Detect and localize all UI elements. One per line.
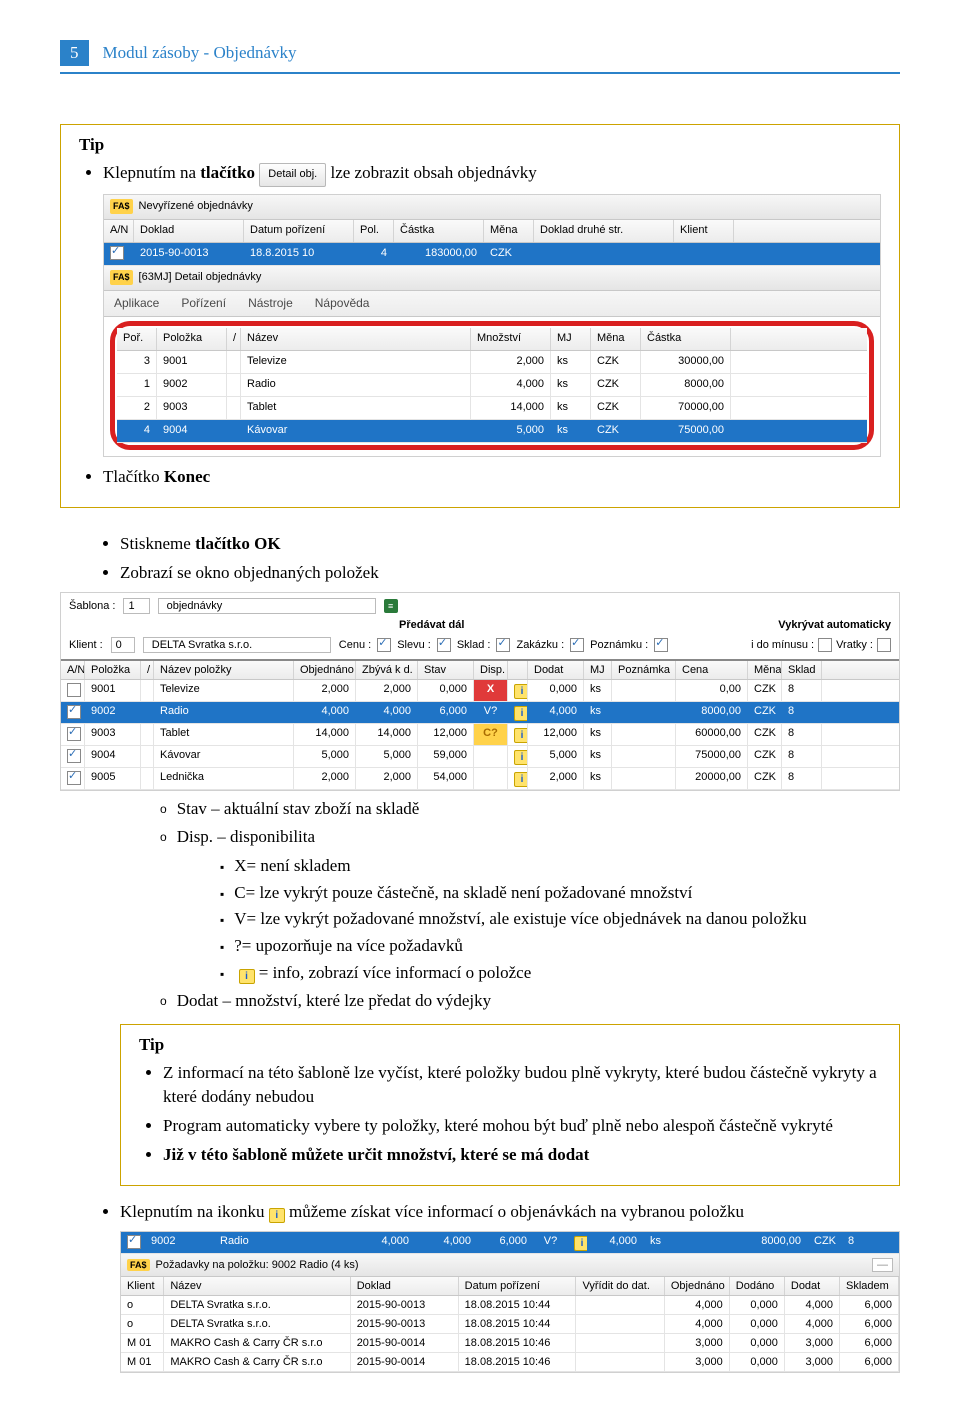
fas-icon: FA$: [110, 199, 133, 214]
detail-obj-button[interactable]: Detail obj.: [259, 163, 326, 187]
window-title: [63MJ] Detail objednávky: [139, 270, 262, 286]
info-icon[interactable]: i: [514, 706, 528, 721]
tip-box-1: Tip Klepnutím na tlačítko Detail obj. lz…: [60, 124, 900, 508]
detail-grid-header: Poř.Položka/NázevMnožstvíMJMěnaČástka: [117, 328, 867, 351]
grid-header: KlientNázevDokladDatum pořízeníVyřídit d…: [121, 1277, 899, 1296]
window-titlebar-1: FA$ Nevyřízené objednávky: [104, 195, 880, 220]
tip1-item-1: Klepnutím na tlačítko Detail obj. lze zo…: [103, 161, 881, 457]
table-row[interactable]: 9002Radio4,0004,0006,000V?i4,000ks8000,0…: [61, 702, 899, 724]
legend-q: ?= upozorňuje na více požadavků: [220, 934, 900, 959]
page-title: Modul zásoby - Objednávky: [103, 43, 297, 63]
sablona-row: Šablona : 1 objednávky ≡: [61, 593, 899, 619]
table-row[interactable]: 9004Kávovar5,0005,00059,000i5,000ks75000…: [61, 746, 899, 768]
tip2-item-2: Program automaticky vybere ty položky, k…: [163, 1114, 881, 1139]
tip-title: Tip: [79, 135, 881, 155]
table-row[interactable]: 9003Tablet14,00014,00012,000C?i12,000ks6…: [61, 724, 899, 746]
info-icon[interactable]: i: [514, 772, 528, 787]
tip2-item-1: Z informací na této šabloně lze vyčíst, …: [163, 1061, 881, 1110]
checkbox[interactable]: [67, 771, 81, 785]
tip-title: Tip: [139, 1035, 881, 1055]
table-row[interactable]: M 01MAKRO Cash & Carry ČR s.r.o2015-90-0…: [121, 1353, 899, 1372]
screenshot-pozadavky: 9002Radio4,0004,0006,000V?i4,000ks8000,0…: [120, 1231, 900, 1373]
klient-number[interactable]: 0: [111, 637, 135, 653]
klient-name[interactable]: DELTA Svratka s.r.o.: [143, 637, 331, 653]
checkbox[interactable]: [67, 683, 81, 697]
menu-item[interactable]: Aplikace: [114, 295, 159, 312]
grid-header: A/NPoložka/Název položkyObjednánoZbývá k…: [61, 661, 899, 680]
checkbox[interactable]: [654, 638, 668, 652]
grid-row-selected[interactable]: 2015-90-001318.8.2015 104183000,00CZK: [104, 243, 880, 266]
info-icon[interactable]: i: [574, 1236, 588, 1251]
vratky-checkbox[interactable]: [877, 638, 891, 652]
info-icon[interactable]: i: [514, 728, 528, 743]
screenshot-nevyrizene: FA$ Nevyřízené objednávky A/NDokladDatum…: [103, 194, 881, 457]
fas-icon: FA$: [127, 1259, 150, 1271]
checkbox[interactable]: [377, 638, 391, 652]
info-icon: i: [239, 969, 255, 984]
info-icon[interactable]: i: [269, 1208, 285, 1223]
dominus-checkbox[interactable]: [818, 638, 832, 652]
sablona-number[interactable]: 1: [123, 598, 149, 614]
fas-icon: FA$: [110, 270, 133, 285]
sablona-name[interactable]: objednávky: [158, 598, 376, 614]
checkbox[interactable]: [67, 705, 81, 719]
predavat-label: Předávat dál: [399, 619, 464, 631]
detail-row[interactable]: 39001Televize2,000ksCZK30000,00: [117, 351, 867, 374]
checkbox[interactable]: [67, 749, 81, 763]
checkbox[interactable]: [110, 246, 124, 260]
menubar: Aplikace Pořízení Nástroje Nápověda: [104, 291, 880, 317]
step-info-icon: Klepnutím na ikonku i můžeme získat více…: [120, 1200, 900, 1225]
open-icon[interactable]: ≡: [384, 599, 398, 613]
window-title: Požadavky na položku: 9002 Radio (4 ks): [156, 1259, 359, 1271]
table-row[interactable]: oDELTA Svratka s.r.o.2015-90-001318.08.2…: [121, 1315, 899, 1334]
window-titlebar-2: FA$ [63MJ] Detail objednávky: [104, 266, 880, 291]
table-row[interactable]: M 01MAKRO Cash & Carry ČR s.r.o2015-90-0…: [121, 1334, 899, 1353]
checkbox[interactable]: [496, 638, 510, 652]
detail-row[interactable]: 49004Kávovar5,000ksCZK75000,00: [117, 420, 867, 443]
tip2-item-3: Již v této šabloně můžete určit množství…: [163, 1143, 881, 1168]
legend-c: C= lze vykrýt pouze částečně, na skladě …: [220, 881, 900, 906]
menu-item[interactable]: Nápověda: [315, 295, 370, 312]
top-row: 9002Radio4,0004,0006,000V?i4,000ks8000,0…: [121, 1232, 899, 1254]
info-icon[interactable]: i: [514, 684, 528, 699]
vykryvat-label: Vykrývat automaticky: [778, 619, 891, 631]
table-row[interactable]: 9001Televize2,0002,0000,000Xi0,000ks0,00…: [61, 680, 899, 702]
checkbox[interactable]: [67, 727, 81, 741]
window-title: Nevyřízené objednávky: [139, 199, 253, 215]
table-row[interactable]: oDELTA Svratka s.r.o.2015-90-001318.08.2…: [121, 1296, 899, 1315]
detail-row[interactable]: 19002Radio4,000ksCZK8000,00: [117, 374, 867, 397]
info-icon[interactable]: i: [514, 750, 528, 765]
legend-info: i = info, zobrazí více informací o polož…: [220, 961, 900, 986]
klient-row: Klient : 0 DELTA Svratka s.r.o. Cenu :Sl…: [61, 635, 899, 661]
highlight-ring: Poř.Položka/NázevMnožstvíMJMěnaČástka 39…: [110, 321, 874, 450]
tip1-item-2: Tlačítko Konec: [103, 465, 881, 490]
legend-stav: Stav – aktuální stav zboží na skladě: [160, 797, 900, 822]
step-ok: Stiskneme tlačítko OK: [120, 532, 900, 557]
checkbox[interactable]: [127, 1235, 141, 1249]
minimize-icon[interactable]: —: [872, 1258, 893, 1272]
detail-row[interactable]: 29003Tablet14,000ksCZK70000,00: [117, 397, 867, 420]
step-okno: Zobrazí se okno objednaných položek: [120, 561, 900, 586]
checkbox[interactable]: [570, 638, 584, 652]
legend-v: V= lze vykrýt požadované množství, ale e…: [220, 907, 900, 932]
table-row[interactable]: 9005Lednička2,0002,00054,000i2,000ks2000…: [61, 768, 899, 790]
menu-item[interactable]: Nástroje: [248, 295, 293, 312]
legend-disp: Disp. – disponibilita: [160, 825, 900, 850]
screenshot-sablona: Šablona : 1 objednávky ≡ Předávat dál Vy…: [60, 592, 900, 791]
legend-dodat: Dodat – množství, které lze předat do vý…: [160, 989, 900, 1014]
grid-header: A/NDokladDatum pořízeníPol.ČástkaMěnaDok…: [104, 220, 880, 243]
checkbox[interactable]: [437, 638, 451, 652]
page-number: 5: [60, 40, 89, 66]
page-header: 5 Modul zásoby - Objednávky: [60, 40, 900, 74]
tip-box-2: Tip Z informací na této šabloně lze vyčí…: [120, 1024, 900, 1187]
menu-item[interactable]: Pořízení: [181, 295, 226, 312]
legend-x: X= není skladem: [220, 854, 900, 879]
window-titlebar-3: FA$ Požadavky na položku: 9002 Radio (4 …: [121, 1254, 899, 1277]
